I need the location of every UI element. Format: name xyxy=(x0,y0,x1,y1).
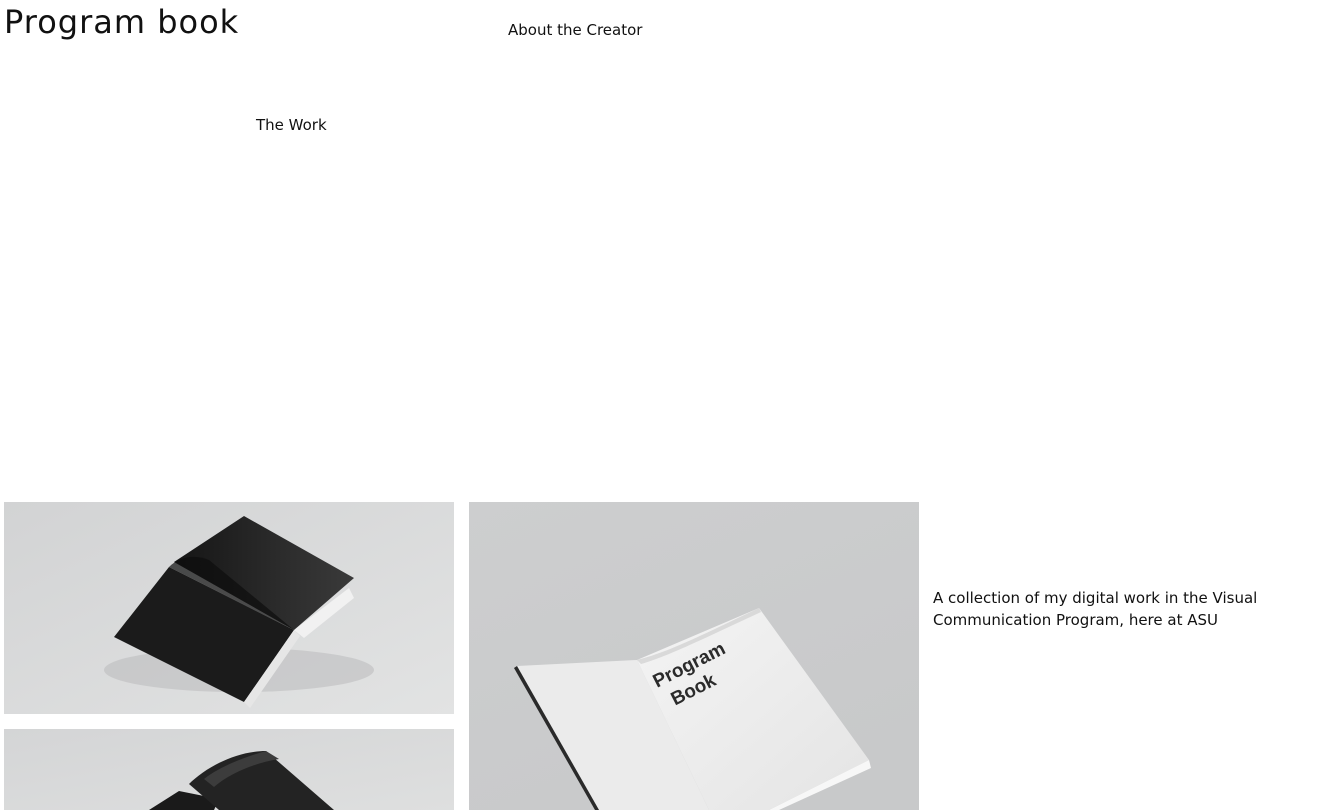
project-description: A collection of my digital work in the V… xyxy=(933,589,1258,629)
gallery-image-black-book-closeup[interactable] xyxy=(4,729,454,810)
gallery-image-white-book[interactable]: Program Book xyxy=(469,502,919,810)
gallery-image-black-book[interactable] xyxy=(4,502,454,714)
nav-about-the-creator[interactable]: About the Creator xyxy=(508,20,642,40)
black-book-illustration xyxy=(4,502,454,714)
site-title[interactable]: Program book xyxy=(4,2,239,42)
nav-the-work[interactable]: The Work xyxy=(256,115,327,135)
black-book-closeup-illustration xyxy=(4,729,454,810)
white-book-illustration: Program Book xyxy=(469,502,919,810)
page: Program book About the Creator The Work xyxy=(0,0,1324,810)
